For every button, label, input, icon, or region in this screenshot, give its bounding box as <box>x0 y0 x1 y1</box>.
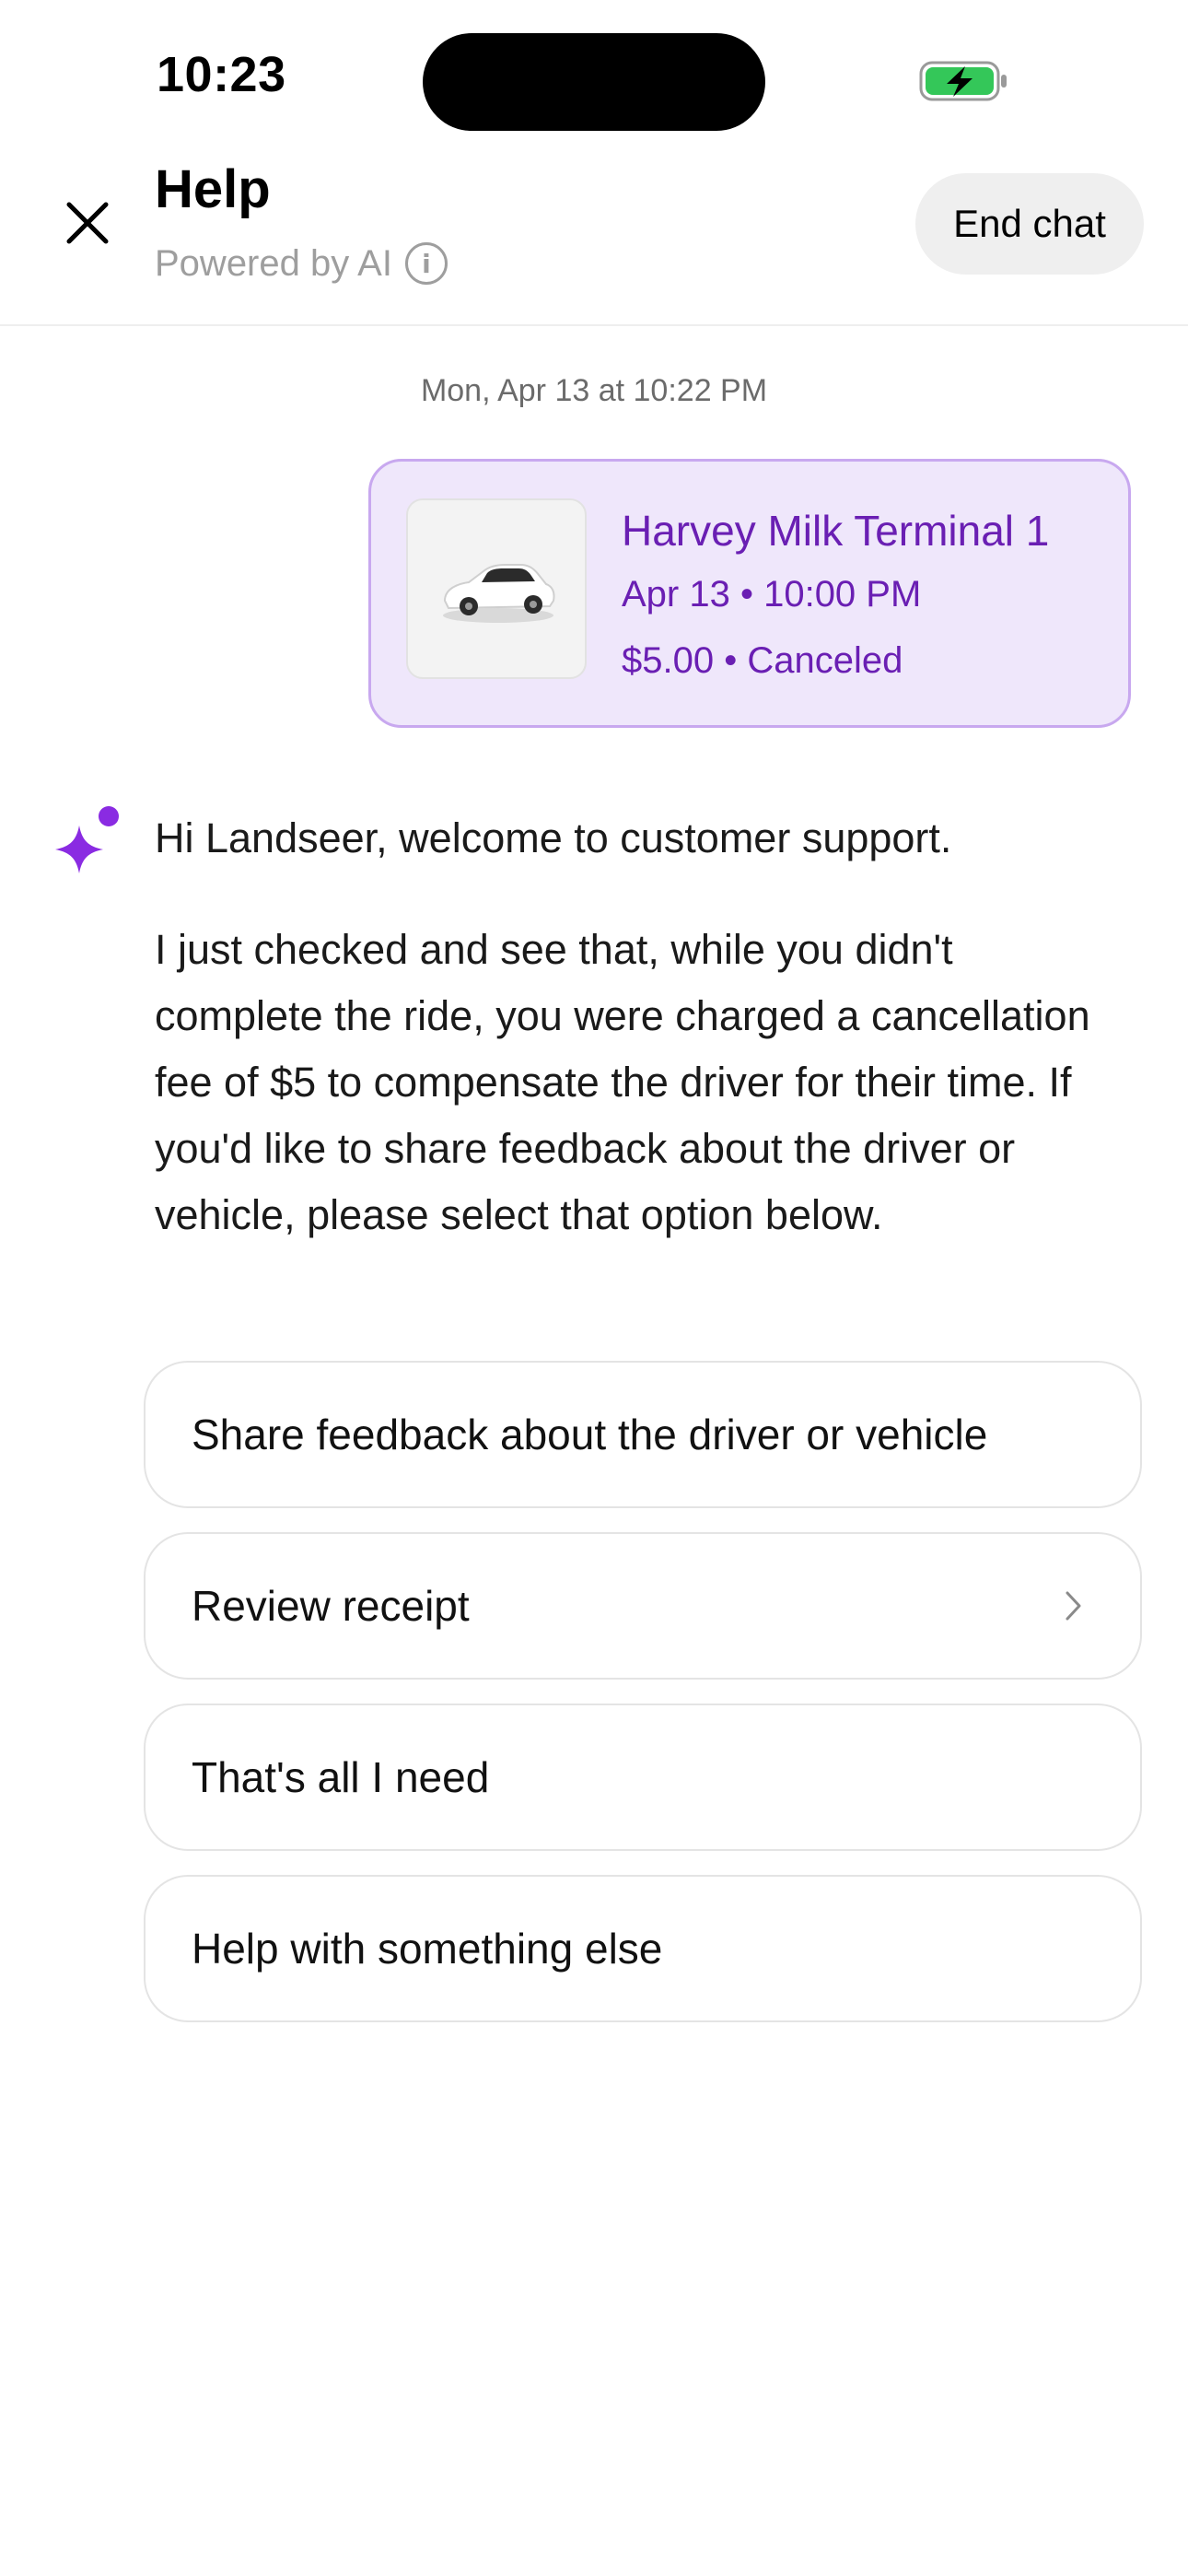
battery-charging-icon <box>919 61 1009 101</box>
page-title: Help <box>155 159 271 219</box>
trip-card[interactable]: Harvey Milk Terminal 1 Apr 13 • 10:00 PM… <box>368 459 1131 728</box>
sparkle-icon <box>46 803 127 884</box>
assistant-greeting: Hi Landseer, welcome to customer support… <box>155 814 952 861</box>
trip-fare-status: $5.00 • Canceled <box>622 640 903 681</box>
option-label: Share feedback about the driver or vehic… <box>192 1411 988 1458</box>
header-divider <box>0 324 1188 326</box>
end-chat-button[interactable]: End chat <box>915 173 1144 275</box>
message-timestamp: Mon, Apr 13 at 10:22 PM <box>420 373 768 408</box>
powered-by-label: Powered by AI <box>155 242 392 284</box>
dynamic-island <box>423 33 765 131</box>
car-icon <box>443 564 555 623</box>
option-label: Help with something else <box>192 1925 663 1973</box>
chevron-right-icon <box>1065 1534 1083 1678</box>
status-time: 10:23 <box>157 47 286 102</box>
option-something-else[interactable]: Help with something else <box>144 1875 1142 2022</box>
powered-by-ai: Powered by AI i <box>155 242 448 285</box>
trip-destination: Harvey Milk Terminal 1 <box>622 507 1050 555</box>
option-thats-all[interactable]: That's all I need <box>144 1704 1142 1851</box>
car-thumbnail <box>406 498 587 679</box>
info-icon[interactable]: i <box>404 242 448 285</box>
close-button[interactable] <box>55 191 120 255</box>
option-label: Review receipt <box>192 1582 470 1630</box>
option-label: That's all I need <box>192 1753 490 1801</box>
assistant-message-body: I just checked and see that, while you d… <box>155 926 1090 1238</box>
option-review-receipt[interactable]: Review receipt <box>144 1532 1142 1680</box>
option-share-feedback[interactable]: Share feedback about the driver or vehic… <box>144 1361 1142 1508</box>
close-icon <box>66 202 109 244</box>
trip-date-time: Apr 13 • 10:00 PM <box>622 574 922 615</box>
